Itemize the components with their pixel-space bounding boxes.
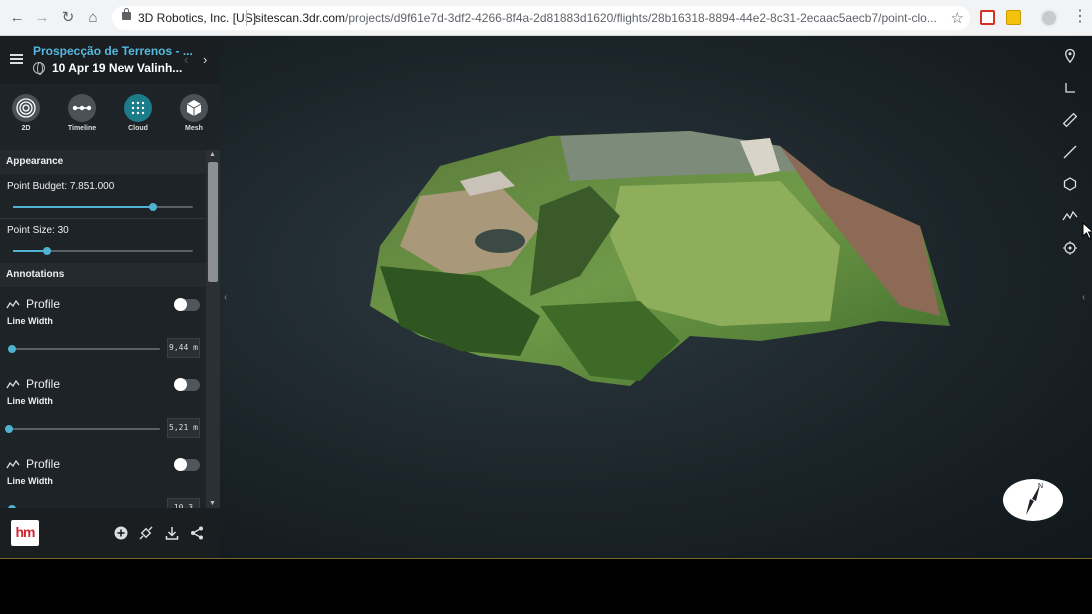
globe-icon [33, 62, 45, 75]
mode-label: Mesh [185, 125, 203, 132]
mode-label: Timeline [67, 125, 97, 132]
mode-label: Cloud [128, 125, 148, 132]
slider-fill [13, 206, 153, 208]
line-width-value[interactable]: 5,21 m [167, 418, 200, 438]
company-logo: hm [11, 520, 39, 546]
url-separator [246, 10, 247, 26]
annotation-visibility-toggle[interactable] [174, 378, 200, 391]
line-width-label: Line Width [7, 316, 53, 326]
scrollbar-thumb[interactable] [208, 162, 218, 282]
annotation-title[interactable]: Profile [26, 297, 60, 311]
annotation-title[interactable]: Profile [26, 377, 60, 391]
divider [0, 218, 206, 219]
fingerprint-icon [12, 94, 40, 122]
collapse-toolbar-icon[interactable]: ‹ [1082, 292, 1085, 303]
reload-icon[interactable]: ↻ [59, 9, 77, 27]
project-header: Prospecção de Terrenos - ... 10 Apr 19 N… [0, 36, 220, 84]
mesh-cube-icon [180, 94, 208, 122]
point-cloud-terrain [370, 131, 950, 386]
line-width-value[interactable]: 10,3 [167, 498, 200, 508]
compass-widget[interactable]: N [1003, 479, 1063, 521]
sidebar-panel: Prospecção de Terrenos - ... 10 Apr 19 N… [0, 36, 220, 558]
location-pin-icon[interactable] [1062, 48, 1078, 64]
scroll-down-icon[interactable]: ▼ [209, 500, 216, 507]
mouse-cursor-icon [1082, 222, 1092, 240]
url-host: sitescan.3dr.com [255, 11, 346, 25]
ruler-icon[interactable] [1062, 112, 1078, 128]
mode-2d[interactable]: 2D [6, 94, 46, 132]
line-width-label: Line Width [7, 396, 53, 406]
menu-icon[interactable] [10, 54, 23, 64]
profile-icon [6, 299, 20, 309]
home-icon[interactable]: ⌂ [84, 9, 102, 27]
url-path: /projects/d9f61e7d-3df2-4266-8f4a-2d8188… [345, 11, 937, 25]
slider-handle[interactable] [149, 203, 157, 211]
mode-label: 2D [21, 125, 31, 132]
mode-timeline[interactable]: Timeline [62, 94, 102, 132]
appearance-heading: Appearance [0, 150, 206, 174]
point-size-label: Point Size: 30 [7, 225, 69, 236]
view-mode-switcher: 2D Timeline Cloud Mesh [0, 94, 220, 144]
timeline-icon [68, 94, 96, 122]
profile-icon [6, 379, 20, 389]
share-icon[interactable] [190, 526, 204, 540]
point-budget-slider[interactable] [13, 203, 193, 211]
download-icon[interactable] [165, 526, 179, 540]
slider-handle[interactable] [8, 345, 16, 353]
url-text[interactable]: sitescan.3dr.com/projects/d9f61e7d-3df2-… [255, 11, 945, 25]
point-budget-label: Point Budget: 7.851.000 [7, 181, 115, 192]
point-size-slider[interactable] [13, 247, 193, 255]
line-distance-icon[interactable] [1062, 144, 1078, 160]
annotation-visibility-toggle[interactable] [174, 458, 200, 471]
previous-flight-icon[interactable]: ‹ [184, 52, 188, 67]
collapse-sidebar-icon[interactable]: ‹ [224, 292, 227, 303]
address-bar[interactable]: 3D Robotics, Inc. [US] sitescan.3dr.com/… [112, 6, 970, 30]
site-identity: 3D Robotics, Inc. [US] [138, 11, 257, 25]
satellite-icon[interactable] [139, 526, 153, 540]
line-width-slider[interactable] [5, 425, 160, 433]
annotation-title[interactable]: Profile [26, 457, 60, 471]
angle-measure-icon[interactable] [1062, 80, 1078, 96]
back-icon[interactable]: ← [8, 9, 26, 27]
lock-icon [122, 8, 131, 20]
extension-shield-icon[interactable] [980, 10, 995, 25]
add-circle-icon[interactable] [114, 526, 128, 540]
svg-text:N: N [1038, 483, 1043, 490]
sidebar-footer: hm [0, 508, 220, 558]
annotation-visibility-toggle[interactable] [174, 298, 200, 311]
scroll-up-icon[interactable]: ▲ [209, 151, 216, 158]
flight-selector[interactable]: 10 Apr 19 New Valinh... [52, 61, 182, 75]
polygon-area-icon[interactable] [1062, 176, 1078, 192]
annotations-heading: Annotations [0, 263, 206, 287]
profile-avatar[interactable] [1040, 9, 1058, 27]
screen-bottom-bar [0, 558, 1092, 614]
mode-mesh[interactable]: Mesh [174, 94, 214, 132]
extension-yellow-icon[interactable] [1006, 10, 1021, 25]
target-point-icon[interactable] [1062, 240, 1078, 256]
project-title[interactable]: Prospecção de Terrenos - ... [33, 44, 193, 58]
point-cloud-icon [124, 94, 152, 122]
mode-cloud[interactable]: Cloud [118, 94, 158, 132]
compass-needle-icon: N [1026, 483, 1043, 515]
profile-tool-icon[interactable] [1062, 208, 1078, 224]
line-width-value[interactable]: 9,44 m [167, 338, 200, 358]
browser-toolbar: ← → ↻ ⌂ 3D Robotics, Inc. [US] sitescan.… [0, 0, 1092, 36]
slider-handle[interactable] [43, 247, 51, 255]
line-width-label: Line Width [7, 476, 53, 486]
browser-menu-icon[interactable]: ⋮ [1072, 8, 1088, 26]
forward-icon[interactable]: → [33, 9, 51, 27]
slider-fill [13, 250, 47, 252]
slider-handle[interactable] [5, 425, 13, 433]
line-width-slider[interactable] [8, 345, 160, 353]
sidebar-scrollbar[interactable]: ▲ ▼ [206, 150, 220, 508]
settings-scroll-area[interactable]: Appearance Point Budget: 7.851.000 Point… [0, 150, 206, 508]
next-flight-icon[interactable]: › [203, 52, 207, 67]
profile-icon [6, 459, 20, 469]
bookmark-star-icon[interactable]: ☆ [951, 9, 964, 27]
